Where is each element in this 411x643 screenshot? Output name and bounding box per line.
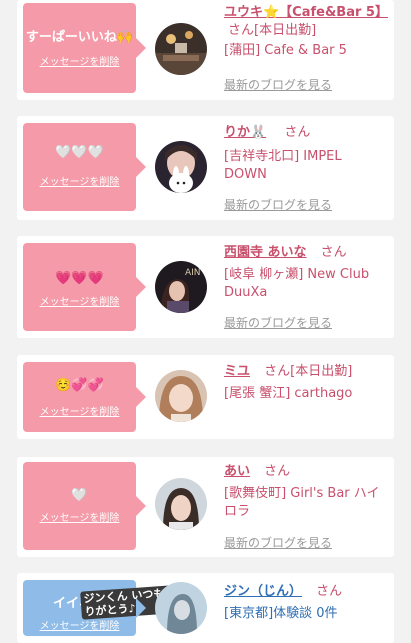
message-bubble: 💗💗💗 メッセージを削除 — [23, 243, 146, 331]
profile-name-link[interactable]: ミユ — [224, 364, 250, 379]
honorific: さん — [264, 464, 291, 479]
honorific: さん — [284, 125, 311, 140]
profile-info: ミユ さん[本日出勤] [尾張 蟹江] carthago — [224, 363, 388, 403]
message-bubble: 🤍 メッセージを削除 — [23, 462, 146, 550]
avatar[interactable]: AIN — [155, 261, 207, 313]
message-text: ☺️💞💞 — [55, 378, 104, 393]
avatar[interactable] — [155, 141, 207, 193]
message-card: ☺️💞💞 メッセージを削除 ミユ さん[本日出勤] [尾張 蟹江] cartha… — [17, 355, 394, 439]
avatar[interactable] — [155, 23, 207, 75]
profile-info: ジン（じん） さん [東京都]体験談 0件 — [224, 583, 388, 623]
delete-message-link[interactable]: メッセージを削除 — [23, 53, 136, 68]
svg-text:AIN: AIN — [185, 268, 201, 278]
delete-message-link[interactable]: メッセージを削除 — [23, 173, 136, 188]
shop-info: [吉祥寺北口] IMPEL DOWN — [224, 149, 342, 182]
shop-info: [尾張 蟹江] carthago — [224, 386, 353, 401]
latest-blog-link[interactable]: 最新のブログを見る — [224, 314, 332, 331]
latest-blog-link[interactable]: 最新のブログを見る — [224, 76, 332, 93]
message-text: 🤍 — [71, 488, 88, 503]
message-text: 🤍🤍🤍 — [55, 145, 104, 160]
profile-name-link[interactable]: 西園寺 あいな — [224, 245, 307, 260]
profile-info: ユウキ⭐【Cafe&Bar 5】 さん[本日出勤] [蒲田] Cafe & Ba… — [224, 4, 388, 60]
message-text: すーぱーいいね🙌 — [25, 30, 134, 45]
message-list: すーぱーいいね🙌 メッセージを削除 ユウキ⭐【Cafe&Bar 5】 さん[本日… — [0, 0, 411, 643]
delete-message-link[interactable]: メッセージを削除 — [23, 403, 136, 418]
profile-info: りか🐰 さん [吉祥寺北口] IMPEL DOWN — [224, 124, 388, 184]
message-bubble: 🤍🤍🤍 メッセージを削除 — [23, 123, 146, 211]
message-card: イイネ ジンくん いつもありがとう♪ メッセージを削除 ジン（じん） さん [東… — [17, 573, 394, 643]
profile-info: 西園寺 あいな さん [岐阜 柳ヶ瀬] New Club DuuXa — [224, 244, 388, 302]
delete-message-link[interactable]: メッセージを削除 — [23, 293, 136, 308]
work-status: [本日出勤] — [254, 23, 317, 38]
message-card: すーぱーいいね🙌 メッセージを削除 ユウキ⭐【Cafe&Bar 5】 さん[本日… — [17, 0, 394, 100]
message-text: 💗💗💗 — [55, 271, 104, 286]
profile-name-link[interactable]: あい — [224, 464, 250, 479]
shop-info: [岐阜 柳ヶ瀬] New Club DuuXa — [224, 267, 370, 300]
latest-blog-link[interactable]: 最新のブログを見る — [224, 534, 332, 551]
delete-message-link[interactable]: メッセージを削除 — [23, 509, 136, 524]
profile-name-link[interactable]: ユウキ⭐【Cafe&Bar 5】 — [224, 5, 388, 20]
avatar[interactable] — [155, 370, 207, 422]
message-bubble: ☺️💞💞 メッセージを削除 — [23, 362, 146, 432]
message-card: 🤍🤍🤍 メッセージを削除 りか🐰 さん [吉祥寺北口] IMPEL DOWN 最… — [17, 116, 394, 220]
shop-info: [歌舞伎町] Girl's Bar ハイロラ — [224, 486, 380, 519]
avatar[interactable] — [155, 582, 207, 634]
message-bubble: イイネ ジンくん いつもありがとう♪ メッセージを削除 — [23, 580, 188, 636]
profile-name-link[interactable]: ジン（じん） — [224, 584, 302, 599]
profile-info: あい さん [歌舞伎町] Girl's Bar ハイロラ — [224, 463, 388, 521]
work-status: [本日出勤] — [290, 364, 353, 379]
honorific: さん — [228, 23, 255, 38]
honorific: さん — [320, 245, 347, 260]
latest-blog-link[interactable]: 最新のブログを見る — [224, 196, 332, 213]
message-card: 🤍 メッセージを削除 あい さん [歌舞伎町] Girl's Bar ハイロラ … — [17, 457, 394, 557]
shop-info: [東京都]体験談 0件 — [224, 606, 338, 621]
shop-info: [蒲田] Cafe & Bar 5 — [224, 43, 347, 58]
message-bubble: すーぱーいいね🙌 メッセージを削除 — [23, 3, 146, 93]
avatar[interactable] — [155, 478, 207, 530]
profile-name-link[interactable]: りか🐰 — [224, 125, 266, 140]
honorific: さん — [264, 364, 291, 379]
message-card: 💗💗💗 メッセージを削除 AIN 西園寺 あいな さん [岐阜 柳ヶ瀬] New… — [17, 236, 394, 338]
delete-message-link[interactable]: メッセージを削除 — [23, 617, 136, 632]
honorific: さん — [316, 584, 343, 599]
